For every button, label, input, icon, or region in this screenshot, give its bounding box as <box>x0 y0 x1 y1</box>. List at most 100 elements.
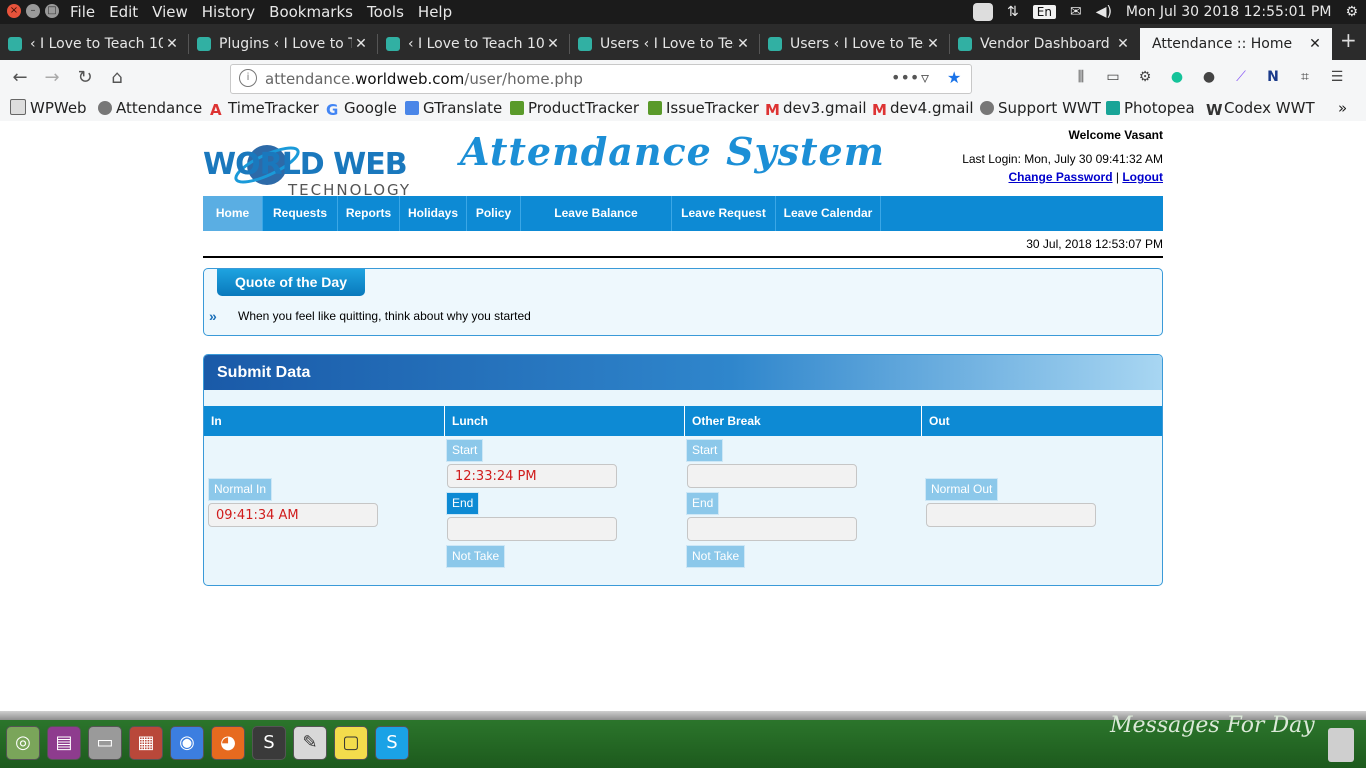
hamburger-menu-icon[interactable]: ☰ <box>1328 68 1346 86</box>
bookmark-producttracker[interactable]: ProductTracker <box>510 99 639 117</box>
bookmark-attendance[interactable]: Attendance <box>98 99 202 117</box>
firefox-icon[interactable]: ◕ <box>211 726 245 760</box>
lunch-start-button[interactable]: Start <box>446 439 484 462</box>
tab-close-icon[interactable]: ✕ <box>734 36 752 52</box>
normal-out-button[interactable]: Normal Out <box>925 478 999 501</box>
clock[interactable]: Mon Jul 30 2018 12:55:01 PM <box>1126 4 1332 20</box>
bookmark-codex-wwt[interactable]: WCodex WWT <box>1206 99 1315 119</box>
back-arrow-icon[interactable]: ← <box>8 66 32 90</box>
other-break-end-time-field[interactable] <box>687 517 857 541</box>
other-break-start-time-field[interactable] <box>687 464 857 488</box>
bookmark-google[interactable]: G Google <box>326 99 397 119</box>
pocket-icon[interactable]: ▿ <box>921 68 929 87</box>
tab-close-icon[interactable]: ✕ <box>924 36 942 52</box>
nav-requests[interactable]: Requests <box>263 196 338 231</box>
nav-reports[interactable]: Reports <box>338 196 400 231</box>
menu-tools[interactable]: Tools <box>367 3 404 21</box>
menu-history[interactable]: History <box>202 3 255 21</box>
network-icon[interactable]: ⇅ <box>1007 4 1019 20</box>
browser-tab[interactable]: Users ‹ I Love to Tea ✕ <box>570 28 760 60</box>
nav-policy[interactable]: Policy <box>467 196 521 231</box>
bookmark-star-icon[interactable]: ★ <box>947 68 961 87</box>
extension-gear-icon[interactable]: ⚙ <box>1136 68 1154 86</box>
site-info-icon[interactable]: i <box>239 69 257 87</box>
trash-icon[interactable] <box>1328 728 1354 762</box>
app-launcher-icon[interactable]: ▤ <box>47 726 81 760</box>
browser-tab-active[interactable]: Attendance :: Home ✕ <box>1140 28 1332 60</box>
window-maximize-button[interactable]: □ <box>45 4 59 18</box>
file-manager-icon[interactable]: ▦ <box>129 726 163 760</box>
new-tab-plus-icon[interactable]: + <box>1340 28 1357 52</box>
tab-close-icon[interactable]: ✕ <box>1306 36 1324 52</box>
nav-holidays[interactable]: Holidays <box>400 196 467 231</box>
menu-help[interactable]: Help <box>418 3 452 21</box>
other-break-end-button[interactable]: End <box>686 492 720 515</box>
forward-arrow-icon[interactable]: → <box>40 66 64 90</box>
bookmark-dev3-gmail[interactable]: Mdev3.gmail <box>765 99 867 119</box>
bookmark-gtranslate[interactable]: GTranslate <box>405 99 502 117</box>
skype-icon[interactable]: S <box>375 726 409 760</box>
tab-close-icon[interactable]: ✕ <box>544 36 562 52</box>
url-text[interactable]: attendance.worldweb.com/user/home.php <box>265 70 583 88</box>
lunch-end-button[interactable]: End <box>446 492 480 515</box>
extension-dark-icon[interactable]: ● <box>1200 68 1218 86</box>
menu-file[interactable]: File <box>70 3 95 21</box>
other-break-not-take-button[interactable]: Not Take <box>686 545 746 568</box>
window-close-button[interactable]: × <box>7 4 21 18</box>
page-actions-icon[interactable]: ••• <box>891 68 919 87</box>
browser-tab[interactable]: ‹ I Love to Teach 10 ✕ <box>378 28 570 60</box>
mail-icon[interactable]: ✉ <box>1070 4 1082 20</box>
extension-n-icon[interactable]: N <box>1264 68 1282 86</box>
bookmark-photopea[interactable]: Photopea <box>1106 99 1195 117</box>
grammarly-icon[interactable]: ● <box>1168 68 1186 86</box>
nav-leave-calendar[interactable]: Leave Calendar <box>776 196 881 231</box>
library-icon[interactable]: ⫼ <box>1072 68 1090 86</box>
sublime-text-icon[interactable]: S <box>252 726 286 760</box>
bookmark-dev4-gmail[interactable]: Mdev4.gmail <box>872 99 974 119</box>
browser-tab[interactable]: Plugins ‹ I Love to T ✕ <box>189 28 378 60</box>
tab-close-icon[interactable]: ✕ <box>1114 36 1132 52</box>
company-logo[interactable]: WORLD WEB TECHNOLOGY <box>203 131 409 199</box>
lunch-end-time-field[interactable] <box>447 517 617 541</box>
drive-icon[interactable]: ▭ <box>88 726 122 760</box>
bookmark-support-wwt[interactable]: Support WWT <box>980 99 1101 117</box>
settings-gear-icon[interactable]: ⚙ <box>1345 4 1358 20</box>
browser-tab[interactable]: ‹ I Love to Teach 10 ✕ <box>0 28 189 60</box>
tab-close-icon[interactable]: ✕ <box>163 36 181 52</box>
dropbox-icon[interactable] <box>973 3 994 21</box>
keyboard-language-indicator[interactable]: En <box>1032 5 1056 19</box>
home-icon[interactable]: ⌂ <box>105 66 129 90</box>
window-minimize-button[interactable]: – <box>26 4 40 18</box>
nav-leave-balance[interactable]: Leave Balance <box>521 196 672 231</box>
chrome-icon[interactable]: ◉ <box>170 726 204 760</box>
reload-icon[interactable]: ↻ <box>73 66 97 90</box>
menu-bookmarks[interactable]: Bookmarks <box>269 3 353 21</box>
volume-icon[interactable]: ◀) <box>1096 4 1112 20</box>
nav-home[interactable]: Home <box>203 196 263 231</box>
dash-home-icon[interactable]: ◎ <box>6 726 40 760</box>
bookmark-timetracker[interactable]: A TimeTracker <box>210 99 319 119</box>
lunch-not-take-button[interactable]: Not Take <box>446 545 506 568</box>
normal-out-time-field[interactable] <box>926 503 1096 527</box>
color-picker-icon[interactable]: ⟋ <box>1232 68 1250 86</box>
lunch-start-time-field[interactable]: 12:33:24 PM <box>447 464 617 488</box>
url-bar[interactable]: i attendance.worldweb.com/user/home.php … <box>230 64 972 94</box>
bookmark-issuetracker[interactable]: IssueTracker <box>648 99 759 117</box>
tab-close-icon[interactable]: ✕ <box>352 36 370 52</box>
browser-tab[interactable]: Users ‹ I Love to Tea ✕ <box>760 28 950 60</box>
crop-icon[interactable]: ⌗ <box>1296 68 1314 86</box>
normal-in-time-field[interactable]: 09:41:34 AM <box>208 503 378 527</box>
text-editor-icon[interactable]: ✎ <box>293 726 327 760</box>
normal-in-button[interactable]: Normal In <box>208 478 273 501</box>
logout-link[interactable]: Logout <box>1122 170 1163 184</box>
nav-leave-request[interactable]: Leave Request <box>672 196 776 231</box>
menu-edit[interactable]: Edit <box>109 3 138 21</box>
menu-view[interactable]: View <box>152 3 188 21</box>
bookmarks-overflow-chevron-icon[interactable]: » <box>1338 99 1347 117</box>
browser-tab[interactable]: Vendor Dashboard ✕ <box>950 28 1140 60</box>
sticky-notes-icon[interactable]: ▢ <box>334 726 368 760</box>
change-password-link[interactable]: Change Password <box>1009 170 1113 184</box>
bookmark-wpweb[interactable]: WPWeb <box>10 99 87 117</box>
other-break-start-button[interactable]: Start <box>686 439 724 462</box>
reader-view-icon[interactable]: ▭ <box>1104 68 1122 86</box>
